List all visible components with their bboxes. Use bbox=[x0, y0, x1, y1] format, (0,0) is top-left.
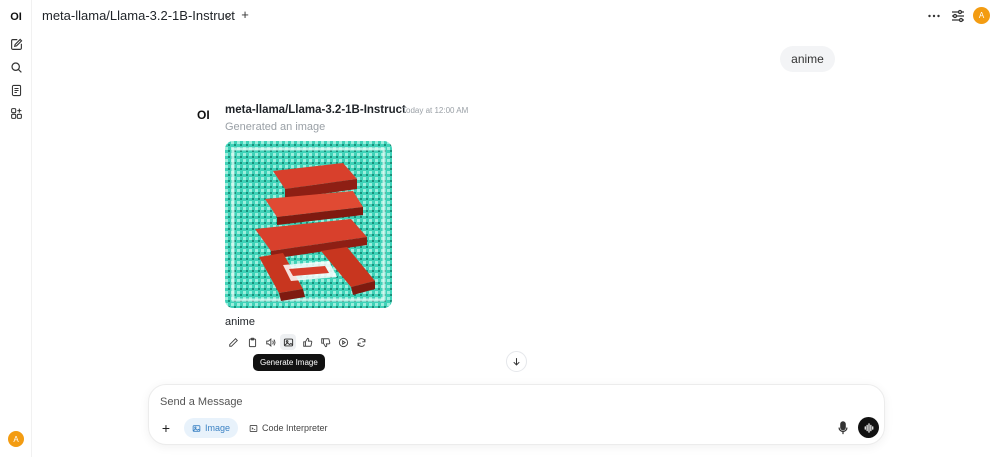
image-toggle[interactable]: Image bbox=[184, 418, 239, 438]
image-toggle-label: Image bbox=[205, 423, 231, 433]
top-bar: meta-llama/Llama-3.2-1B-Instruct + A bbox=[32, 0, 1000, 32]
refresh-icon bbox=[357, 337, 365, 347]
search-button[interactable] bbox=[7, 58, 25, 76]
generation-status: Generated an image bbox=[225, 121, 326, 133]
terminal-icon bbox=[249, 424, 258, 432]
generated-image[interactable] bbox=[225, 141, 392, 308]
user-avatar[interactable]: A bbox=[8, 431, 24, 447]
message-timestamp: Today at 12:00 AM bbox=[402, 106, 469, 115]
pencil-square-icon bbox=[10, 38, 22, 50]
clipboard-icon bbox=[248, 337, 256, 347]
read-aloud-button[interactable] bbox=[262, 334, 278, 350]
generate-image-tooltip: Generate Image bbox=[253, 354, 325, 371]
continue-button[interactable] bbox=[335, 334, 351, 350]
thumbs-down-button[interactable] bbox=[317, 334, 333, 350]
add-model-button[interactable]: + bbox=[238, 8, 252, 22]
voice-mode-button[interactable] bbox=[858, 417, 879, 438]
document-icon bbox=[11, 84, 21, 96]
user-message-bubble: anime bbox=[780, 46, 835, 72]
workspace-button[interactable] bbox=[7, 104, 25, 122]
arrow-down-icon bbox=[513, 358, 520, 366]
header-user-avatar[interactable]: A bbox=[973, 7, 990, 24]
waveform-icon bbox=[864, 422, 873, 433]
more-icon[interactable] bbox=[926, 8, 942, 24]
message-composer: + Image Code Interpreter bbox=[148, 384, 885, 445]
image-icon bbox=[283, 338, 293, 346]
message-input[interactable] bbox=[160, 393, 820, 411]
play-circle-icon bbox=[338, 337, 348, 347]
scroll-to-bottom-button[interactable] bbox=[506, 351, 527, 372]
sidebar: OI A bbox=[0, 0, 32, 457]
code-interpreter-label: Code Interpreter bbox=[262, 423, 328, 433]
sliders-icon[interactable] bbox=[950, 8, 966, 24]
chevron-down-icon[interactable] bbox=[222, 10, 234, 22]
assistant-model-name: meta-llama/Llama-3.2-1B-Instruct bbox=[225, 104, 406, 116]
thumbs-up-button[interactable] bbox=[299, 334, 315, 350]
code-interpreter-toggle[interactable]: Code Interpreter bbox=[247, 418, 330, 438]
image-icon bbox=[192, 424, 201, 432]
thumbs-up-icon bbox=[302, 337, 312, 347]
new-chat-button[interactable] bbox=[7, 35, 25, 53]
search-icon bbox=[10, 61, 22, 73]
regenerate-button[interactable] bbox=[353, 334, 369, 350]
attach-button[interactable]: + bbox=[160, 421, 172, 435]
thumbs-down-icon bbox=[320, 337, 330, 347]
app-logo[interactable]: OI bbox=[8, 10, 24, 24]
pencil-icon bbox=[228, 337, 238, 347]
assistant-avatar: OI bbox=[197, 108, 210, 122]
edit-button[interactable] bbox=[225, 334, 241, 350]
model-selector[interactable]: meta-llama/Llama-3.2-1B-Instruct bbox=[42, 8, 235, 23]
microphone-icon[interactable] bbox=[837, 421, 849, 435]
generate-image-button[interactable] bbox=[280, 334, 296, 350]
speaker-icon bbox=[265, 337, 275, 347]
copy-button[interactable] bbox=[244, 334, 260, 350]
notes-button[interactable] bbox=[7, 81, 25, 99]
image-caption: anime bbox=[225, 316, 255, 328]
grid-icon bbox=[10, 107, 22, 119]
